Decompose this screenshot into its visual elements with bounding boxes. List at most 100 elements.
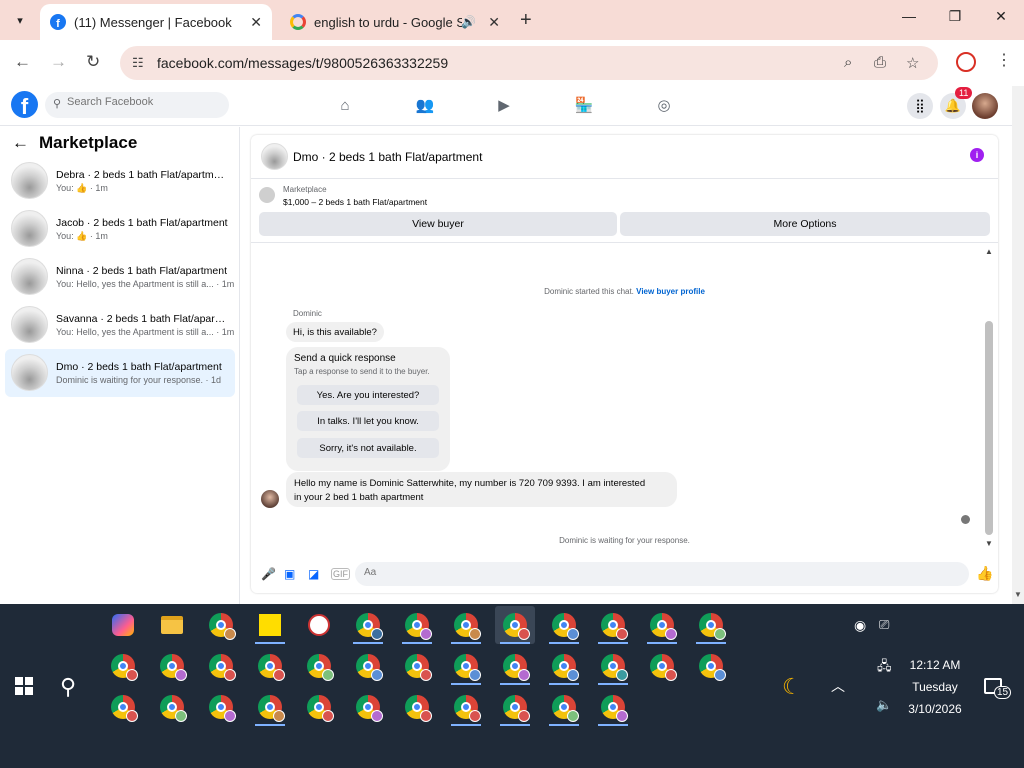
close-tab-icon[interactable]: ✕ — [488, 14, 500, 31]
facebook-logo-icon[interactable]: f — [11, 91, 38, 118]
chrome-profile-icon[interactable] — [593, 606, 633, 644]
chat-title[interactable]: Dmo · 2 beds 1 bath Flat/apartment — [293, 150, 482, 164]
more-options-button[interactable]: More Options — [620, 212, 990, 236]
chat-avatar[interactable] — [261, 143, 288, 170]
minimize-button[interactable]: — — [894, 8, 924, 24]
weather-moon-icon[interactable]: ☾ — [782, 674, 802, 700]
clock-day[interactable]: Tuesday — [890, 680, 980, 694]
camera-icon[interactable]: ⎚ — [879, 617, 889, 633]
chrome-profile-icon[interactable] — [397, 606, 437, 644]
chrome-profile-icon[interactable] — [348, 647, 388, 685]
sender-avatar[interactable] — [261, 490, 279, 508]
sticky-notes-icon[interactable] — [250, 606, 290, 644]
chrome-profile-icon[interactable] — [250, 688, 290, 726]
marketplace-icon[interactable]: 🏪 — [574, 95, 594, 115]
taskbar-search-icon[interactable]: ⚲ — [60, 674, 76, 700]
quick-response-option[interactable]: Sorry, it's not available. — [297, 438, 439, 458]
message-input-box[interactable]: ☺ — [355, 562, 969, 586]
chrome-profile-icon[interactable] — [299, 647, 339, 685]
record-icon[interactable]: ◉ — [854, 617, 866, 634]
chrome-profile-icon[interactable] — [642, 606, 682, 644]
conversation-item[interactable]: Jacob · 2 beds 1 bath Flat/apartment You… — [5, 205, 235, 253]
close-tab-icon[interactable]: ✕ — [250, 14, 262, 31]
snipping-tool-icon[interactable] — [299, 606, 339, 644]
chrome-profile-icon[interactable] — [495, 647, 535, 685]
audio-icon[interactable]: 🔊 — [461, 15, 476, 29]
message-input[interactable] — [364, 567, 924, 578]
home-icon[interactable]: ⌂ — [335, 95, 355, 115]
windows-start-icon[interactable] — [15, 677, 33, 695]
chrome-profile-icon[interactable] — [103, 647, 143, 685]
chat-scroll-thumb[interactable] — [985, 321, 993, 535]
gif-icon[interactable]: GIF — [331, 568, 350, 580]
new-tab-button[interactable]: + — [520, 9, 532, 32]
back-arrow-icon[interactable]: ← — [12, 133, 29, 153]
listing-price-title[interactable]: $1,000 – 2 beds 1 bath Flat/apartment — [283, 197, 427, 207]
chrome-profile-icon[interactable] — [544, 606, 584, 644]
chrome-profile-icon[interactable] — [348, 688, 388, 726]
chrome-profile-icon[interactable] — [397, 688, 437, 726]
chat-scrollbar[interactable]: ▲ ▼ — [983, 243, 995, 551]
chrome-profile-icon[interactable] — [201, 647, 241, 685]
install-app-icon[interactable]: ⎙ — [874, 54, 886, 71]
menu-kebab-icon[interactable]: ⋮ — [996, 50, 1012, 70]
tab-search-button[interactable]: ▾ — [8, 8, 32, 32]
chrome-profile-icon[interactable] — [691, 647, 731, 685]
chrome-profile-icon[interactable] — [201, 606, 241, 644]
address-bar[interactable]: ☷ facebook.com/messages/t/98005263633322… — [120, 46, 938, 80]
chrome-profile-icon[interactable] — [250, 647, 290, 685]
view-buyer-button[interactable]: View buyer — [259, 212, 617, 236]
forward-button[interactable]: → — [50, 52, 67, 72]
conversation-item-selected[interactable]: Dmo · 2 beds 1 bath Flat/apartment Domin… — [5, 349, 235, 397]
chrome-profile-icon[interactable] — [446, 647, 486, 685]
quick-response-option[interactable]: Yes. Are you interested? — [297, 385, 439, 405]
clock-time[interactable]: 12:12 AM — [890, 658, 980, 672]
reload-button[interactable]: ↻ — [86, 52, 100, 72]
chrome-profile-icon[interactable] — [544, 647, 584, 685]
chrome-profile-icon[interactable] — [495, 606, 535, 644]
tab-messenger[interactable]: f (11) Messenger | Facebook ✕ — [40, 4, 272, 40]
friends-icon[interactable]: 👥 — [415, 95, 435, 115]
back-button[interactable]: ← — [14, 52, 31, 72]
microphone-icon[interactable]: 🎤 — [261, 567, 276, 581]
file-explorer-icon[interactable] — [152, 606, 192, 644]
copilot-icon[interactable] — [103, 606, 143, 644]
chrome-profile-icon[interactable] — [397, 647, 437, 685]
chrome-profile-icon[interactable] — [299, 688, 339, 726]
menu-grid-icon[interactable]: ⣿ — [907, 93, 933, 119]
chrome-profile-icon[interactable] — [201, 688, 241, 726]
chrome-profile-icon[interactable] — [593, 688, 633, 726]
chrome-profile-icon[interactable] — [446, 606, 486, 644]
clock-date[interactable]: 3/10/2026 — [890, 702, 980, 716]
chrome-profile-icon[interactable] — [446, 688, 486, 726]
conversation-item[interactable]: Debra · 2 beds 1 bath Flat/apartment You… — [5, 157, 235, 205]
chrome-profile-icon[interactable] — [103, 688, 143, 726]
chrome-profile-icon[interactable] — [152, 688, 192, 726]
zoom-icon[interactable]: ⌕ — [844, 54, 852, 71]
info-icon[interactable]: i — [970, 148, 984, 162]
show-hidden-icons-chevron-icon[interactable]: ︿ — [831, 676, 845, 696]
like-thumb-icon[interactable]: 👍 — [976, 565, 993, 582]
chrome-profile-icon[interactable] — [593, 647, 633, 685]
conversation-item[interactable]: Ninna · 2 beds 1 bath Flat/apartment You… — [5, 253, 235, 301]
conversation-item[interactable]: Savanna · 2 beds 1 bath Flat/apartment Y… — [5, 301, 235, 349]
facebook-search[interactable]: ⚲ — [45, 92, 229, 118]
quick-response-option[interactable]: In talks. I'll let you know. — [297, 411, 439, 431]
chrome-profile-icon[interactable] — [642, 647, 682, 685]
bookmark-star-icon[interactable]: ☆ — [906, 54, 919, 72]
restore-button[interactable]: ❐ — [940, 8, 970, 25]
profile-icon[interactable] — [956, 52, 976, 72]
photo-icon[interactable]: ▣ — [284, 567, 295, 581]
groups-icon[interactable]: ◎ — [654, 95, 674, 115]
notification-center-icon[interactable]: 15 — [984, 678, 1012, 699]
tab-google[interactable]: english to urdu - Google Se 🔊 ✕ — [280, 4, 510, 40]
url-text[interactable]: facebook.com/messages/t/9800526363332259 — [157, 55, 448, 71]
page-scrollbar[interactable]: ▼ — [1012, 86, 1024, 604]
chrome-profile-icon[interactable] — [152, 647, 192, 685]
chrome-profile-icon[interactable] — [544, 688, 584, 726]
video-icon[interactable]: ▶ — [494, 95, 514, 115]
view-buyer-profile-link[interactable]: View buyer profile — [636, 287, 705, 296]
chrome-profile-icon[interactable] — [691, 606, 731, 644]
account-avatar[interactable] — [972, 93, 998, 119]
site-info-icon[interactable]: ☷ — [132, 55, 144, 71]
